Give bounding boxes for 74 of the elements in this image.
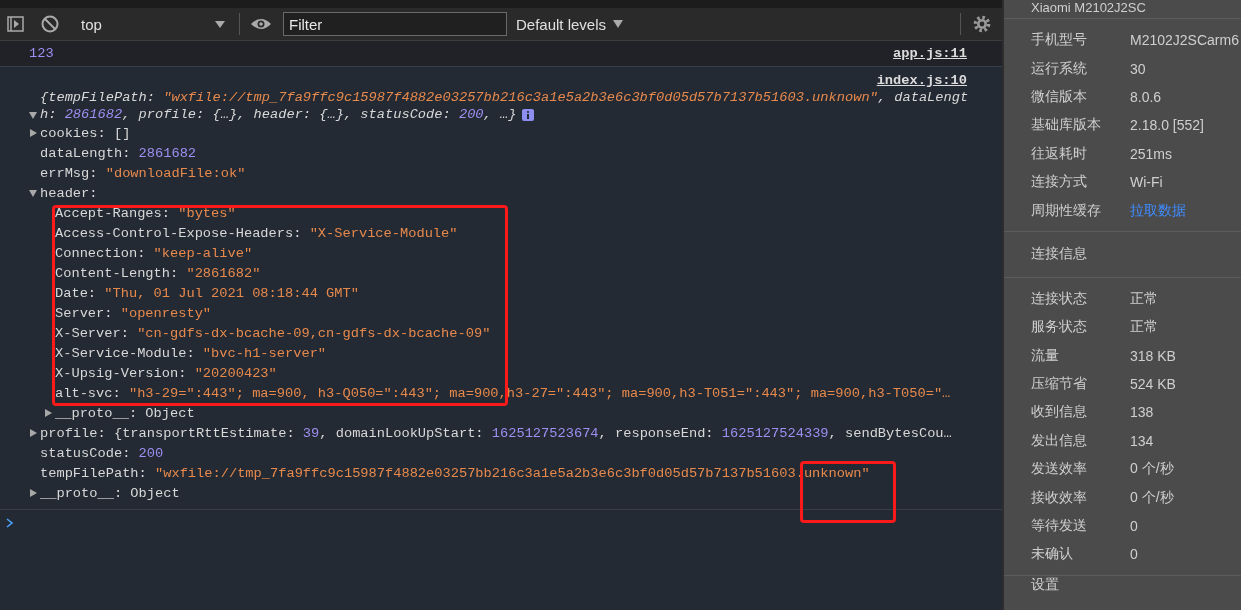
eye-icon[interactable] bbox=[250, 16, 272, 32]
info-label: 收到信息 bbox=[1031, 403, 1088, 422]
property-line: __proto__: Object bbox=[55, 405, 195, 421]
info-label: 连接方式 bbox=[1031, 173, 1088, 192]
object-summary: {tempFilePath: "wxfile://tmp_7fa9ffc9c15987f4882e03257bb216c3a1e5a2b3e6c3bf0d05d57b7137b51603.unknown", dataLengt bbox=[40, 89, 969, 106]
collapse-arrow-icon[interactable] bbox=[29, 189, 37, 197]
source-link[interactable]: app.js:11 bbox=[893, 46, 967, 61]
info-label: 往返耗时 bbox=[1031, 144, 1088, 163]
info-label: 未确认 bbox=[1031, 545, 1074, 564]
expand-arrow-icon[interactable] bbox=[44, 409, 52, 417]
property-line: header: bbox=[40, 185, 99, 201]
filter-field[interactable]: Filter bbox=[283, 12, 507, 36]
info-value: 251ms bbox=[1130, 145, 1173, 162]
property-line: errMsg: "downloadFile:ok" bbox=[40, 165, 246, 181]
property-line: X-Server: "cn-gdfs-dx-bcache-09,cn-gdfs-dx-bcache-09" bbox=[55, 325, 491, 341]
info-value: 30 bbox=[1130, 60, 1146, 77]
property-line: Date: "Thu, 01 Jul 2021 08:18:44 GMT" bbox=[55, 285, 359, 301]
info-label: 微信版本 bbox=[1031, 87, 1088, 106]
property-line: X-Upsig-Version: "20200423" bbox=[55, 365, 277, 381]
console-value: 123 bbox=[29, 46, 54, 61]
info-label: 运行系统 bbox=[1031, 59, 1088, 78]
property-line: Server: "openresty" bbox=[55, 305, 212, 321]
property-line: profile: {transportRttEstimate: 39, domainLookUpStart: 1625127523674, responseEnd: 1625127524339, sendBytesCou… bbox=[40, 425, 952, 441]
property-line: Connection: "keep-alive" bbox=[55, 245, 253, 261]
info-value: 8.0.6 bbox=[1130, 88, 1162, 105]
context-dropdown[interactable]: top bbox=[77, 12, 229, 36]
expand-arrow-icon[interactable] bbox=[29, 489, 37, 497]
info-label: 服务状态 bbox=[1031, 318, 1088, 337]
info-value: 524 KB bbox=[1130, 376, 1176, 393]
info-value: M2102J2SCarm6 bbox=[1130, 32, 1239, 49]
property-line: cookies: [] bbox=[40, 125, 131, 141]
info-label: 周期性缓存 bbox=[1031, 201, 1102, 220]
property-line: Content-Length: "2861682" bbox=[55, 265, 261, 281]
info-label: 连接状态 bbox=[1031, 289, 1088, 308]
info-value: 0 bbox=[1130, 546, 1138, 563]
info-value: 正常 bbox=[1130, 289, 1158, 308]
property-line: tempFilePath: "wxfile://tmp_7fa9ffc9c15987f4882e03257bb216c3a1e5a2b3e6c3bf0d05d57b7137b51603.unknown" bbox=[40, 465, 870, 481]
info-label: 基础库版本 bbox=[1031, 116, 1102, 135]
expand-arrow-icon[interactable] bbox=[29, 429, 37, 437]
info-label: 发出信息 bbox=[1031, 431, 1088, 450]
caret-icon bbox=[215, 20, 225, 28]
info-value: 0 个/秒 bbox=[1130, 460, 1174, 479]
info-icon[interactable] bbox=[522, 108, 535, 121]
settings-icon[interactable] bbox=[972, 14, 992, 34]
info-label: 接收效率 bbox=[1031, 488, 1088, 507]
info-label: 等待发送 bbox=[1031, 517, 1088, 536]
levels-dropdown[interactable]: Default levels bbox=[516, 15, 624, 33]
section-title: 连接信息 bbox=[1004, 231, 1241, 278]
info-label: 手机型号 bbox=[1031, 31, 1088, 50]
object-summary: h: 2861682, profile: {…}, header: {…}, statusCode: 200, …} bbox=[40, 106, 517, 123]
info-value: Wi-Fi bbox=[1130, 174, 1163, 191]
info-value: 318 KB bbox=[1130, 347, 1176, 364]
info-value: 2.18.0 [552] bbox=[1130, 117, 1204, 134]
property-line: Accept-Ranges: "bytes" bbox=[55, 205, 236, 221]
info-value: 0 bbox=[1130, 518, 1138, 535]
expand-arrow-icon[interactable] bbox=[29, 129, 37, 137]
caret-icon bbox=[613, 20, 624, 28]
device-name: Xiaomi M2102J2SC bbox=[1004, 0, 1241, 19]
property-line: Access-Control-Expose-Headers: "X-Service-Module" bbox=[55, 225, 458, 241]
collapse-arrow-icon[interactable] bbox=[29, 111, 37, 119]
property-line: X-Service-Module: "bvc-h1-server" bbox=[55, 345, 327, 361]
source-link[interactable]: index.js:10 bbox=[876, 72, 967, 88]
property-line: statusCode: 200 bbox=[40, 445, 164, 461]
info-value: 134 bbox=[1130, 432, 1154, 449]
info-label: 流量 bbox=[1031, 346, 1060, 365]
info-value: 正常 bbox=[1130, 318, 1158, 337]
property-line: dataLength: 2861682 bbox=[40, 145, 197, 161]
info-label: 压缩节省 bbox=[1031, 375, 1088, 394]
info-value: 0 个/秒 bbox=[1130, 488, 1174, 507]
info-value: 138 bbox=[1130, 404, 1154, 421]
section-title: 设置 bbox=[1030, 575, 1060, 593]
property-line: __proto__: Object bbox=[40, 485, 180, 501]
info-label: 发送效率 bbox=[1031, 460, 1088, 479]
prompt-icon bbox=[6, 518, 14, 528]
